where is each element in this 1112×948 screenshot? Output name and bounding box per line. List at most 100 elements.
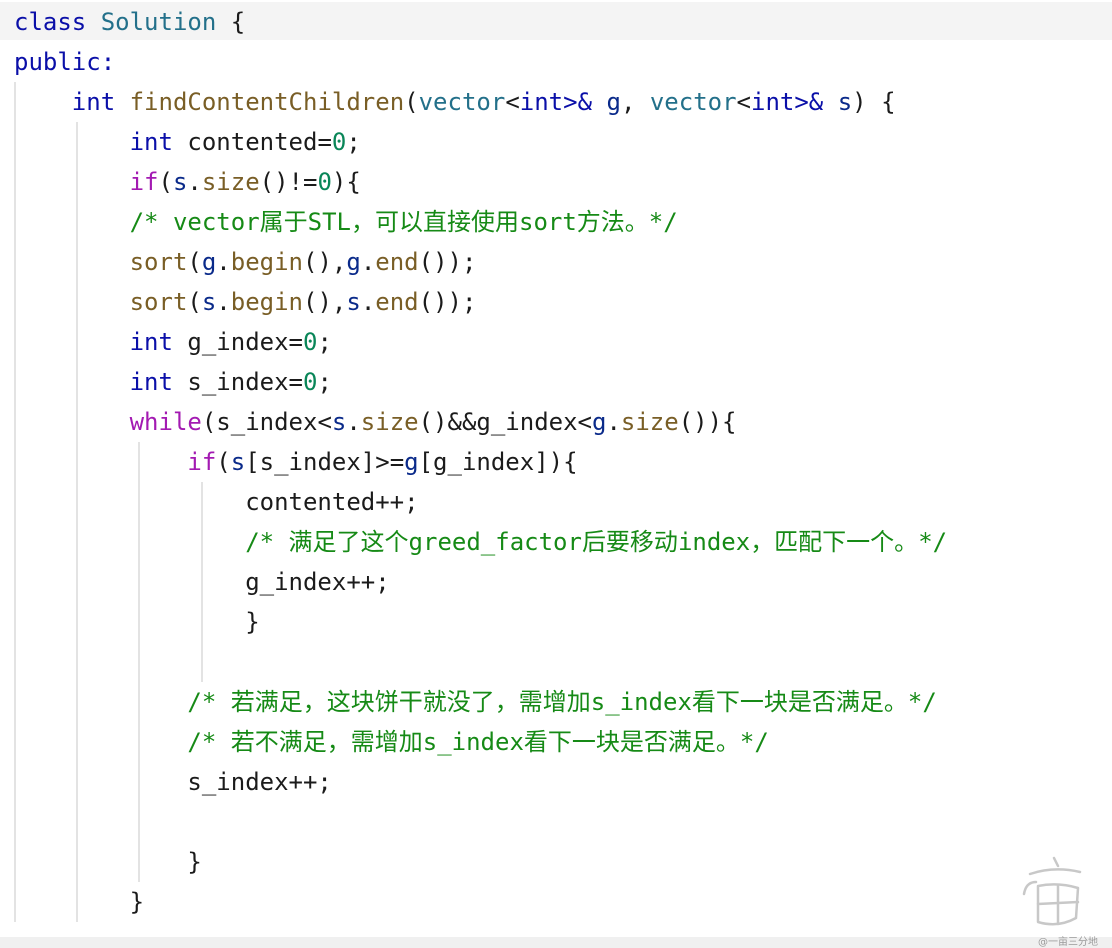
code-line-13[interactable]: contented++; bbox=[14, 482, 418, 522]
param-name: s bbox=[837, 88, 853, 116]
code-line-18[interactable]: /* 若满足，这块饼干就没了，需增加s_index看下一块是否满足。*/ bbox=[14, 682, 937, 722]
code-line-2[interactable]: public: bbox=[14, 42, 115, 82]
param-name: g bbox=[606, 88, 621, 116]
keyword: int bbox=[751, 88, 795, 116]
code-line-8[interactable]: sort(s.begin(),s.end()); bbox=[14, 282, 477, 322]
code-text: . bbox=[216, 248, 231, 276]
code-line-10[interactable]: int s_index=0; bbox=[14, 362, 332, 402]
code-text: . bbox=[606, 408, 621, 436]
code-text: { bbox=[216, 8, 246, 36]
comment-text: /* vector bbox=[129, 208, 260, 236]
function-call: sort bbox=[129, 248, 188, 276]
variable-name: g bbox=[404, 448, 419, 476]
comment-text: */ bbox=[918, 528, 948, 556]
code-line-23[interactable]: } bbox=[14, 882, 144, 922]
method-name: end bbox=[375, 288, 419, 316]
comment-text: /* bbox=[245, 528, 289, 556]
code-line-6[interactable]: /* vector属于STL，可以直接使用sort方法。*/ bbox=[14, 202, 678, 242]
code-text: ( bbox=[404, 88, 419, 116]
code-text: . bbox=[346, 408, 361, 436]
code-line-15[interactable]: g_index++; bbox=[14, 562, 390, 602]
comment-text: 属于 bbox=[259, 208, 308, 236]
keyword: int bbox=[129, 328, 173, 356]
method-name: size bbox=[360, 408, 419, 436]
comment-text: 若不满足，需增加 bbox=[230, 728, 423, 756]
code-text: s_index++; bbox=[187, 768, 332, 796]
code-line-16[interactable]: } bbox=[14, 602, 259, 642]
control-keyword: if bbox=[187, 448, 217, 476]
code-line-7[interactable]: sort(g.begin(),g.end()); bbox=[14, 242, 477, 282]
code-text: [g_index]){ bbox=[418, 448, 578, 476]
code-line-1[interactable]: class Solution { bbox=[14, 2, 245, 42]
code-text: ( bbox=[187, 288, 202, 316]
comment-text: 方法。 bbox=[576, 208, 649, 236]
code-line-22[interactable]: } bbox=[14, 842, 201, 882]
code-text: ()&&g_index< bbox=[418, 408, 592, 436]
keyword: int bbox=[129, 128, 173, 156]
closing-brace: } bbox=[129, 888, 145, 916]
keyword: int bbox=[129, 368, 173, 396]
code-text: s_index= bbox=[172, 368, 303, 396]
number-literal: 0 bbox=[317, 168, 332, 196]
comment-text: */ bbox=[739, 728, 769, 756]
comment-text: */ bbox=[907, 688, 937, 716]
code-line-5[interactable]: if(s.size()!=0){ bbox=[14, 162, 361, 202]
number-literal: 0 bbox=[303, 328, 318, 356]
code-text: [s_index]>= bbox=[245, 448, 405, 476]
code-text: ) { bbox=[852, 88, 896, 116]
comment-text: greed_factor bbox=[408, 528, 582, 556]
code-text: contented= bbox=[172, 128, 332, 156]
method-name: begin bbox=[230, 288, 303, 316]
code-line-9[interactable]: int g_index=0; bbox=[14, 322, 332, 362]
comment-text: /* bbox=[187, 688, 231, 716]
watermark-text: @一亩三分地 bbox=[1038, 937, 1098, 948]
control-keyword: if bbox=[129, 168, 159, 196]
code-text: ()!= bbox=[259, 168, 318, 196]
code-line-14[interactable]: /* 满足了这个greed_factor后要移动index，匹配下一个。*/ bbox=[14, 522, 947, 562]
editor-bottom-bar bbox=[0, 937, 1112, 948]
code-text: ; bbox=[317, 368, 332, 396]
code-text: g_index++; bbox=[245, 568, 390, 596]
function-call: sort bbox=[129, 288, 188, 316]
code-line-3[interactable]: int findContentChildren(vector<int>& g, … bbox=[14, 82, 896, 122]
code-text: ; bbox=[346, 128, 361, 156]
code-text: (), bbox=[303, 248, 347, 276]
code-line-19[interactable]: /* 若不满足，需增加s_index看下一块是否满足。*/ bbox=[14, 722, 769, 762]
code-line-4[interactable]: int contented=0; bbox=[14, 122, 361, 162]
control-keyword: while bbox=[129, 408, 202, 436]
comment-text: 看下一块是否满足。 bbox=[691, 688, 908, 716]
code-editor[interactable]: class Solution { public: int findContent… bbox=[0, 0, 1112, 948]
comment-text: ，匹配下一个。 bbox=[750, 528, 919, 556]
code-text: >& bbox=[794, 88, 838, 116]
code-line-12[interactable]: if(s[s_index]>=g[g_index]){ bbox=[14, 442, 578, 482]
comment-text: 后要移动 bbox=[581, 528, 678, 556]
comment-text: */ bbox=[648, 208, 678, 236]
code-line-11[interactable]: while(s_index<s.size()&&g_index<g.size()… bbox=[14, 402, 737, 442]
method-name: begin bbox=[230, 248, 303, 276]
type-name: vector bbox=[649, 88, 737, 116]
number-literal: 0 bbox=[331, 128, 347, 156]
keyword: int bbox=[519, 88, 564, 116]
return-type: int bbox=[71, 88, 116, 116]
code-line-20[interactable]: s_index++; bbox=[14, 762, 332, 802]
watermark-logo bbox=[1022, 856, 1082, 926]
code-text: . bbox=[360, 248, 376, 276]
code-text: ( bbox=[216, 448, 231, 476]
variable-name: s bbox=[172, 168, 188, 196]
variable-name: g bbox=[591, 408, 607, 436]
